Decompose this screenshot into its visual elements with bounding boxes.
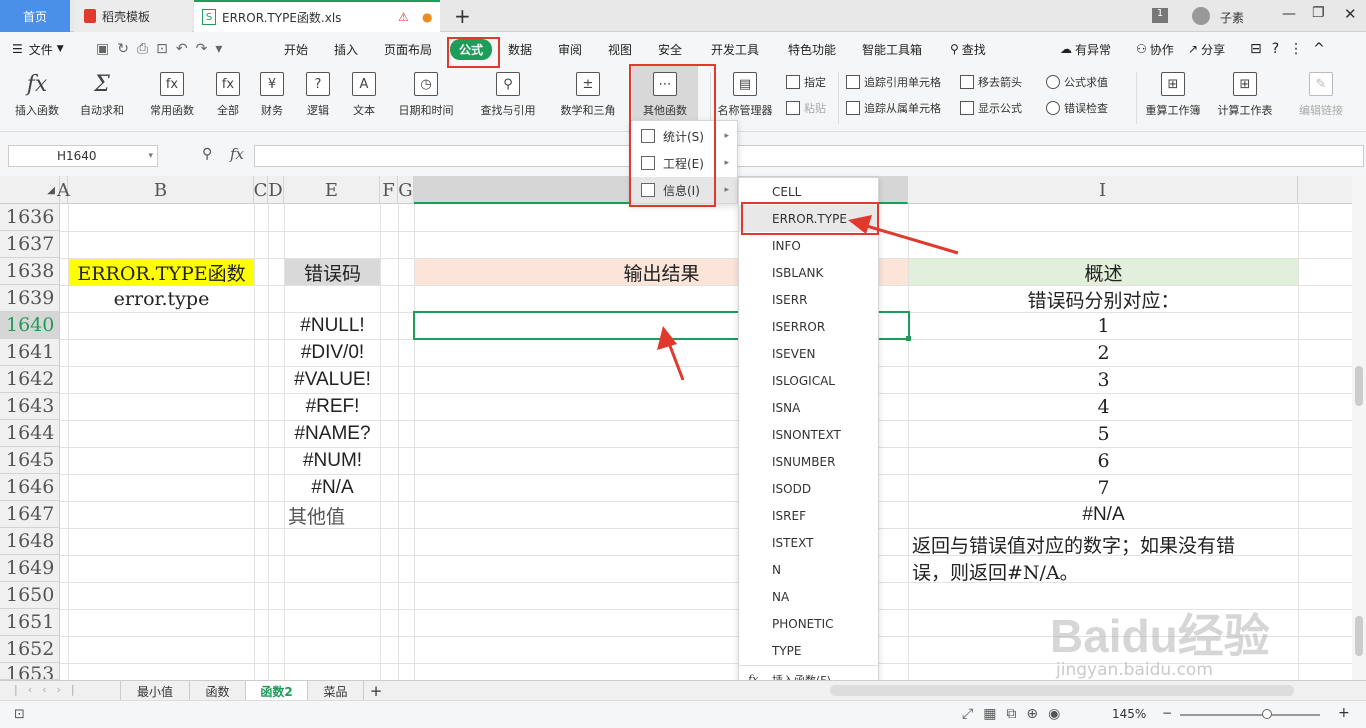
zoom-slider-thumb[interactable] — [1262, 709, 1272, 719]
watermark-logo: Baidu经验 — [1050, 610, 1270, 662]
scrollbar-thumb[interactable] — [1355, 366, 1363, 406]
zoom-slider[interactable] — [1180, 714, 1320, 716]
vertical-scrollbar[interactable] — [1352, 176, 1366, 680]
arrow-to-error-type — [859, 222, 959, 255]
sheet-tab[interactable]: 最小值 — [120, 681, 190, 701]
watermark-url: jingyan.baidu.com — [1056, 660, 1213, 680]
sheet-tab[interactable]: 菜品 — [308, 681, 364, 701]
status-bar: ⊡ ⤢▦⧉⊕◉ 145% − + — [0, 700, 1366, 728]
horizontal-scrollbar[interactable] — [830, 685, 1294, 696]
add-sheet-button[interactable]: + — [366, 681, 386, 701]
arrowhead-cell — [657, 326, 677, 350]
sheet-nav-icons[interactable]: |‹‹›| — [14, 683, 85, 696]
scrollbar-thumb-lower[interactable] — [1355, 616, 1363, 656]
sheet-tab-active[interactable]: 函数2 — [246, 681, 308, 701]
zoom-in-button[interactable]: + — [1338, 705, 1350, 721]
view-mode-icons[interactable]: ⤢▦⧉⊕◉ — [962, 706, 1070, 722]
zoom-out-button[interactable]: − — [1162, 706, 1172, 720]
sheet-tabs-bar: |‹‹›| 最小值 函数 函数2 菜品 + — [0, 680, 1366, 701]
macro-icon[interactable]: ⊡ — [14, 707, 25, 722]
sheet-tab[interactable]: 函数 — [190, 681, 246, 701]
zoom-level[interactable]: 145% — [1112, 707, 1146, 721]
arrowhead-error-type — [848, 215, 872, 234]
